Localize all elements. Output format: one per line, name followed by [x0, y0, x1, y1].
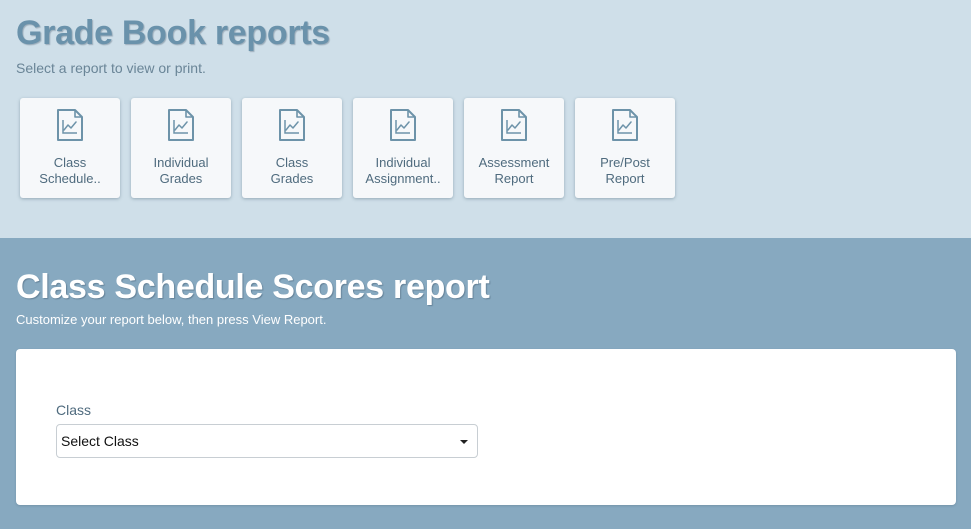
report-options-area: Class Schedule Scores report Customize y… [0, 238, 971, 529]
class-select[interactable]: Select Class [56, 424, 478, 458]
report-tile-individual-assignment[interactable]: Individual Assignment.. [353, 98, 453, 198]
report-tile-individual-grades[interactable]: Individual Grades [131, 98, 231, 198]
report-tile-label: Class Schedule.. [39, 155, 101, 186]
report-chart-icon [500, 108, 528, 142]
report-tile-label: Class Grades [270, 155, 314, 186]
report-chart-icon [167, 108, 195, 142]
report-tile-assessment-report[interactable]: Assessment Report [464, 98, 564, 198]
report-tile-class-grades[interactable]: Class Grades [242, 98, 342, 198]
report-chart-icon [278, 108, 306, 142]
class-select-value: Select Class [61, 433, 139, 449]
report-tile-pre-post-report[interactable]: Pre/Post Report [575, 98, 675, 198]
page-title: Grade Book reports [16, 14, 330, 52]
report-section-subtitle: Customize your report below, then press … [16, 312, 327, 327]
report-chart-icon [56, 108, 84, 142]
report-chart-icon [389, 108, 417, 142]
report-section-title: Class Schedule Scores report [16, 268, 490, 306]
report-tile-label: Individual Assignment.. [365, 155, 441, 186]
report-tile-label: Individual Grades [153, 155, 209, 186]
class-label: Class [56, 402, 92, 418]
report-selection-area: Grade Book reports Select a report to vi… [0, 0, 971, 238]
report-chart-icon [611, 108, 639, 142]
page-subtitle: Select a report to view or print. [16, 60, 206, 76]
report-tile-label: Assessment Report [478, 155, 550, 186]
report-tile-class-schedule[interactable]: Class Schedule.. [20, 98, 120, 198]
report-tile-label: Pre/Post Report [600, 155, 650, 186]
caret-down-icon [460, 440, 468, 444]
report-options-form: Class Select Class [16, 349, 956, 505]
